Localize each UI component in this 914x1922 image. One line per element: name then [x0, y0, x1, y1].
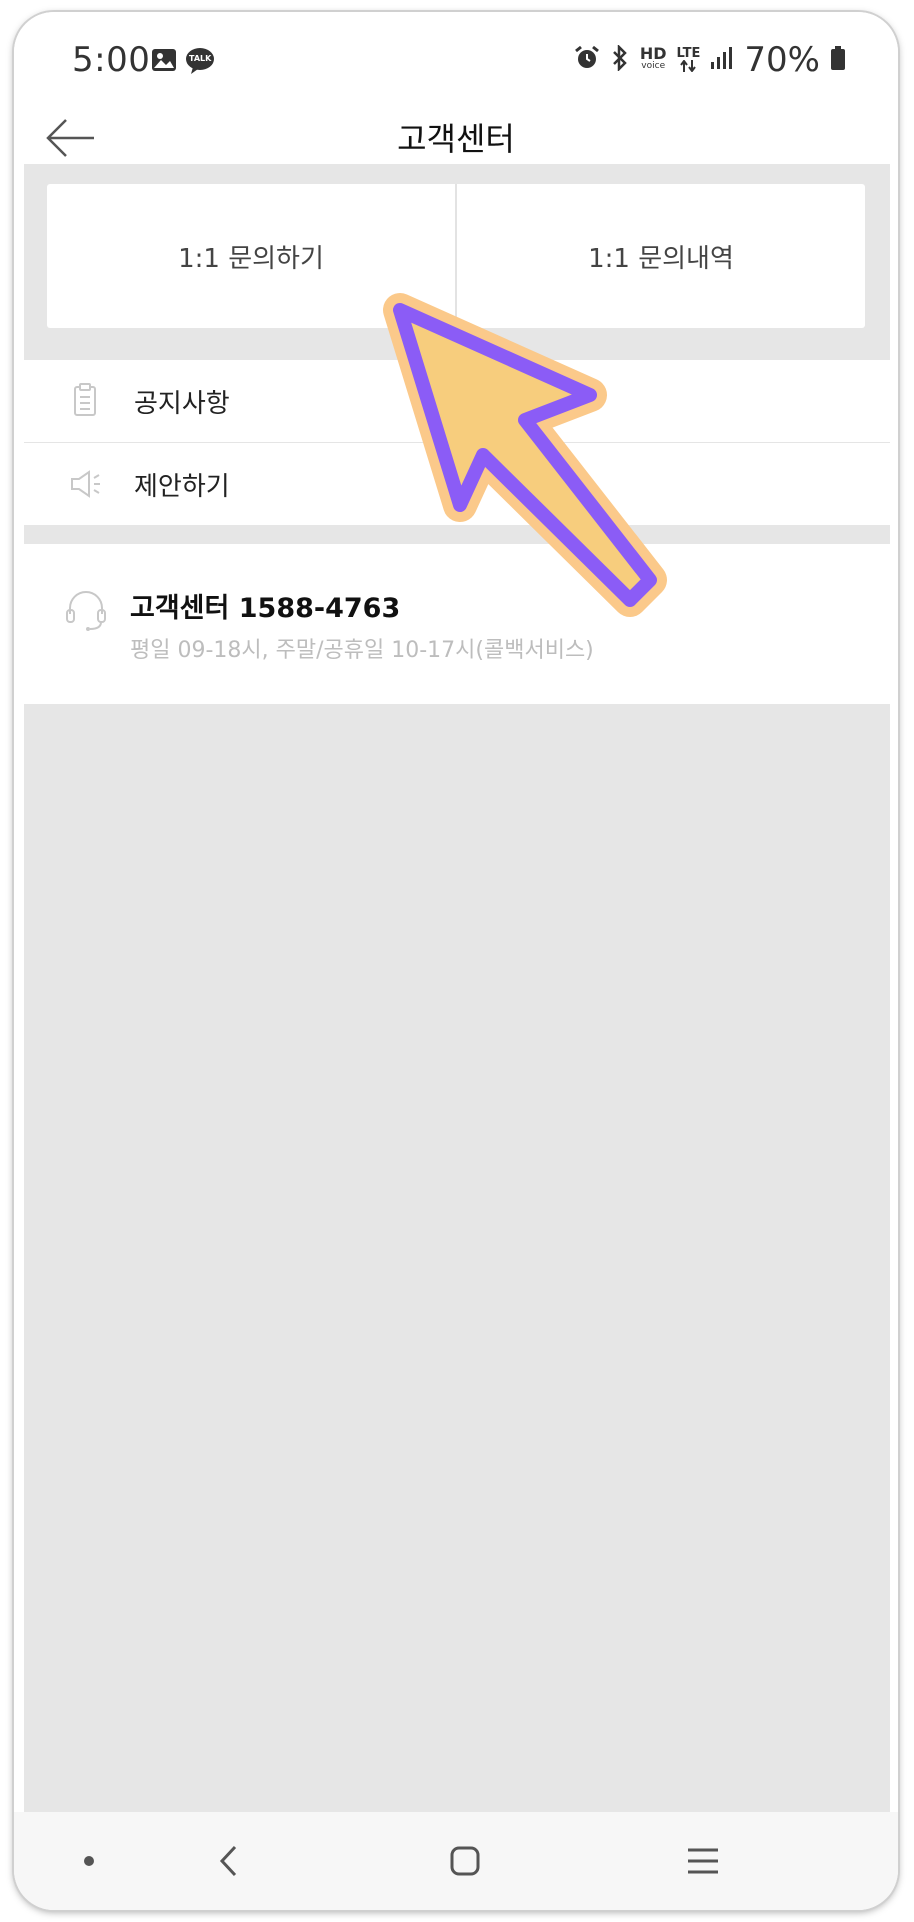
nav-dot-button[interactable]: [64, 1840, 114, 1882]
content-area: 1:1 문의하기 1:1 문의내역 공지사항 제안하기 고객센터 1588-47…: [24, 164, 890, 1814]
status-notification-icons: TALK: [151, 47, 215, 77]
status-bar: 5:00 TALK HD voice LTE 70%: [14, 12, 898, 102]
menu-item-suggestion[interactable]: 제안하기: [24, 442, 890, 525]
headset-icon: [64, 588, 108, 632]
dot-icon: [84, 1856, 94, 1866]
hd-voice-icon: HD voice: [639, 44, 667, 72]
page-title: 고객센터: [397, 120, 515, 158]
status-time: 5:00: [72, 40, 151, 80]
signal-icon: [710, 46, 734, 74]
menu-item-notice[interactable]: 공지사항: [24, 360, 890, 442]
customer-center-hours: 평일 09-18시, 주말/공휴일 10-17시(콜백서비스): [130, 638, 594, 663]
voice-text: voice: [641, 61, 666, 71]
menu-item-label: 공지사항: [134, 388, 230, 419]
battery-icon: [830, 45, 846, 75]
kakaotalk-icon: TALK: [185, 47, 215, 75]
customer-center-info[interactable]: 고객센터 1588-4763 평일 09-18시, 주말/공휴일 10-17시(…: [24, 544, 890, 704]
inquiry-tabs: 1:1 문의하기 1:1 문의내역: [47, 184, 865, 328]
lte-text: LTE: [676, 46, 701, 61]
nav-back-button[interactable]: [204, 1840, 254, 1882]
system-navigation-bar: [14, 1812, 898, 1910]
customer-center-phone: 고객센터 1588-4763: [130, 593, 401, 624]
menu-item-label: 제안하기: [134, 471, 230, 502]
status-system-icons: HD voice LTE 70%: [574, 40, 846, 80]
nav-recents-button[interactable]: [678, 1840, 728, 1882]
phone-frame: 5:00 TALK HD voice LTE 70% 고객센터 1:1 문의하기…: [14, 12, 898, 1910]
inquiry-history-button[interactable]: 1:1 문의내역: [457, 184, 865, 328]
menu-list: 공지사항 제안하기: [24, 360, 890, 525]
menu-lines-icon: [688, 1848, 718, 1874]
hd-text: HD: [639, 44, 667, 63]
gallery-icon: [151, 47, 177, 77]
megaphone-icon: [66, 465, 104, 503]
alarm-icon: [574, 45, 600, 75]
kakaotalk-badge-text: TALK: [189, 54, 212, 63]
chevron-left-icon: [219, 1845, 237, 1877]
battery-percent: 70%: [744, 40, 820, 80]
bluetooth-icon: [610, 43, 630, 75]
lte-icon: LTE: [676, 46, 701, 72]
home-square-icon: [450, 1846, 480, 1876]
notice-clipboard-icon: [66, 382, 104, 420]
nav-home-button[interactable]: [440, 1840, 490, 1882]
ask-inquiry-button[interactable]: 1:1 문의하기: [47, 184, 455, 328]
